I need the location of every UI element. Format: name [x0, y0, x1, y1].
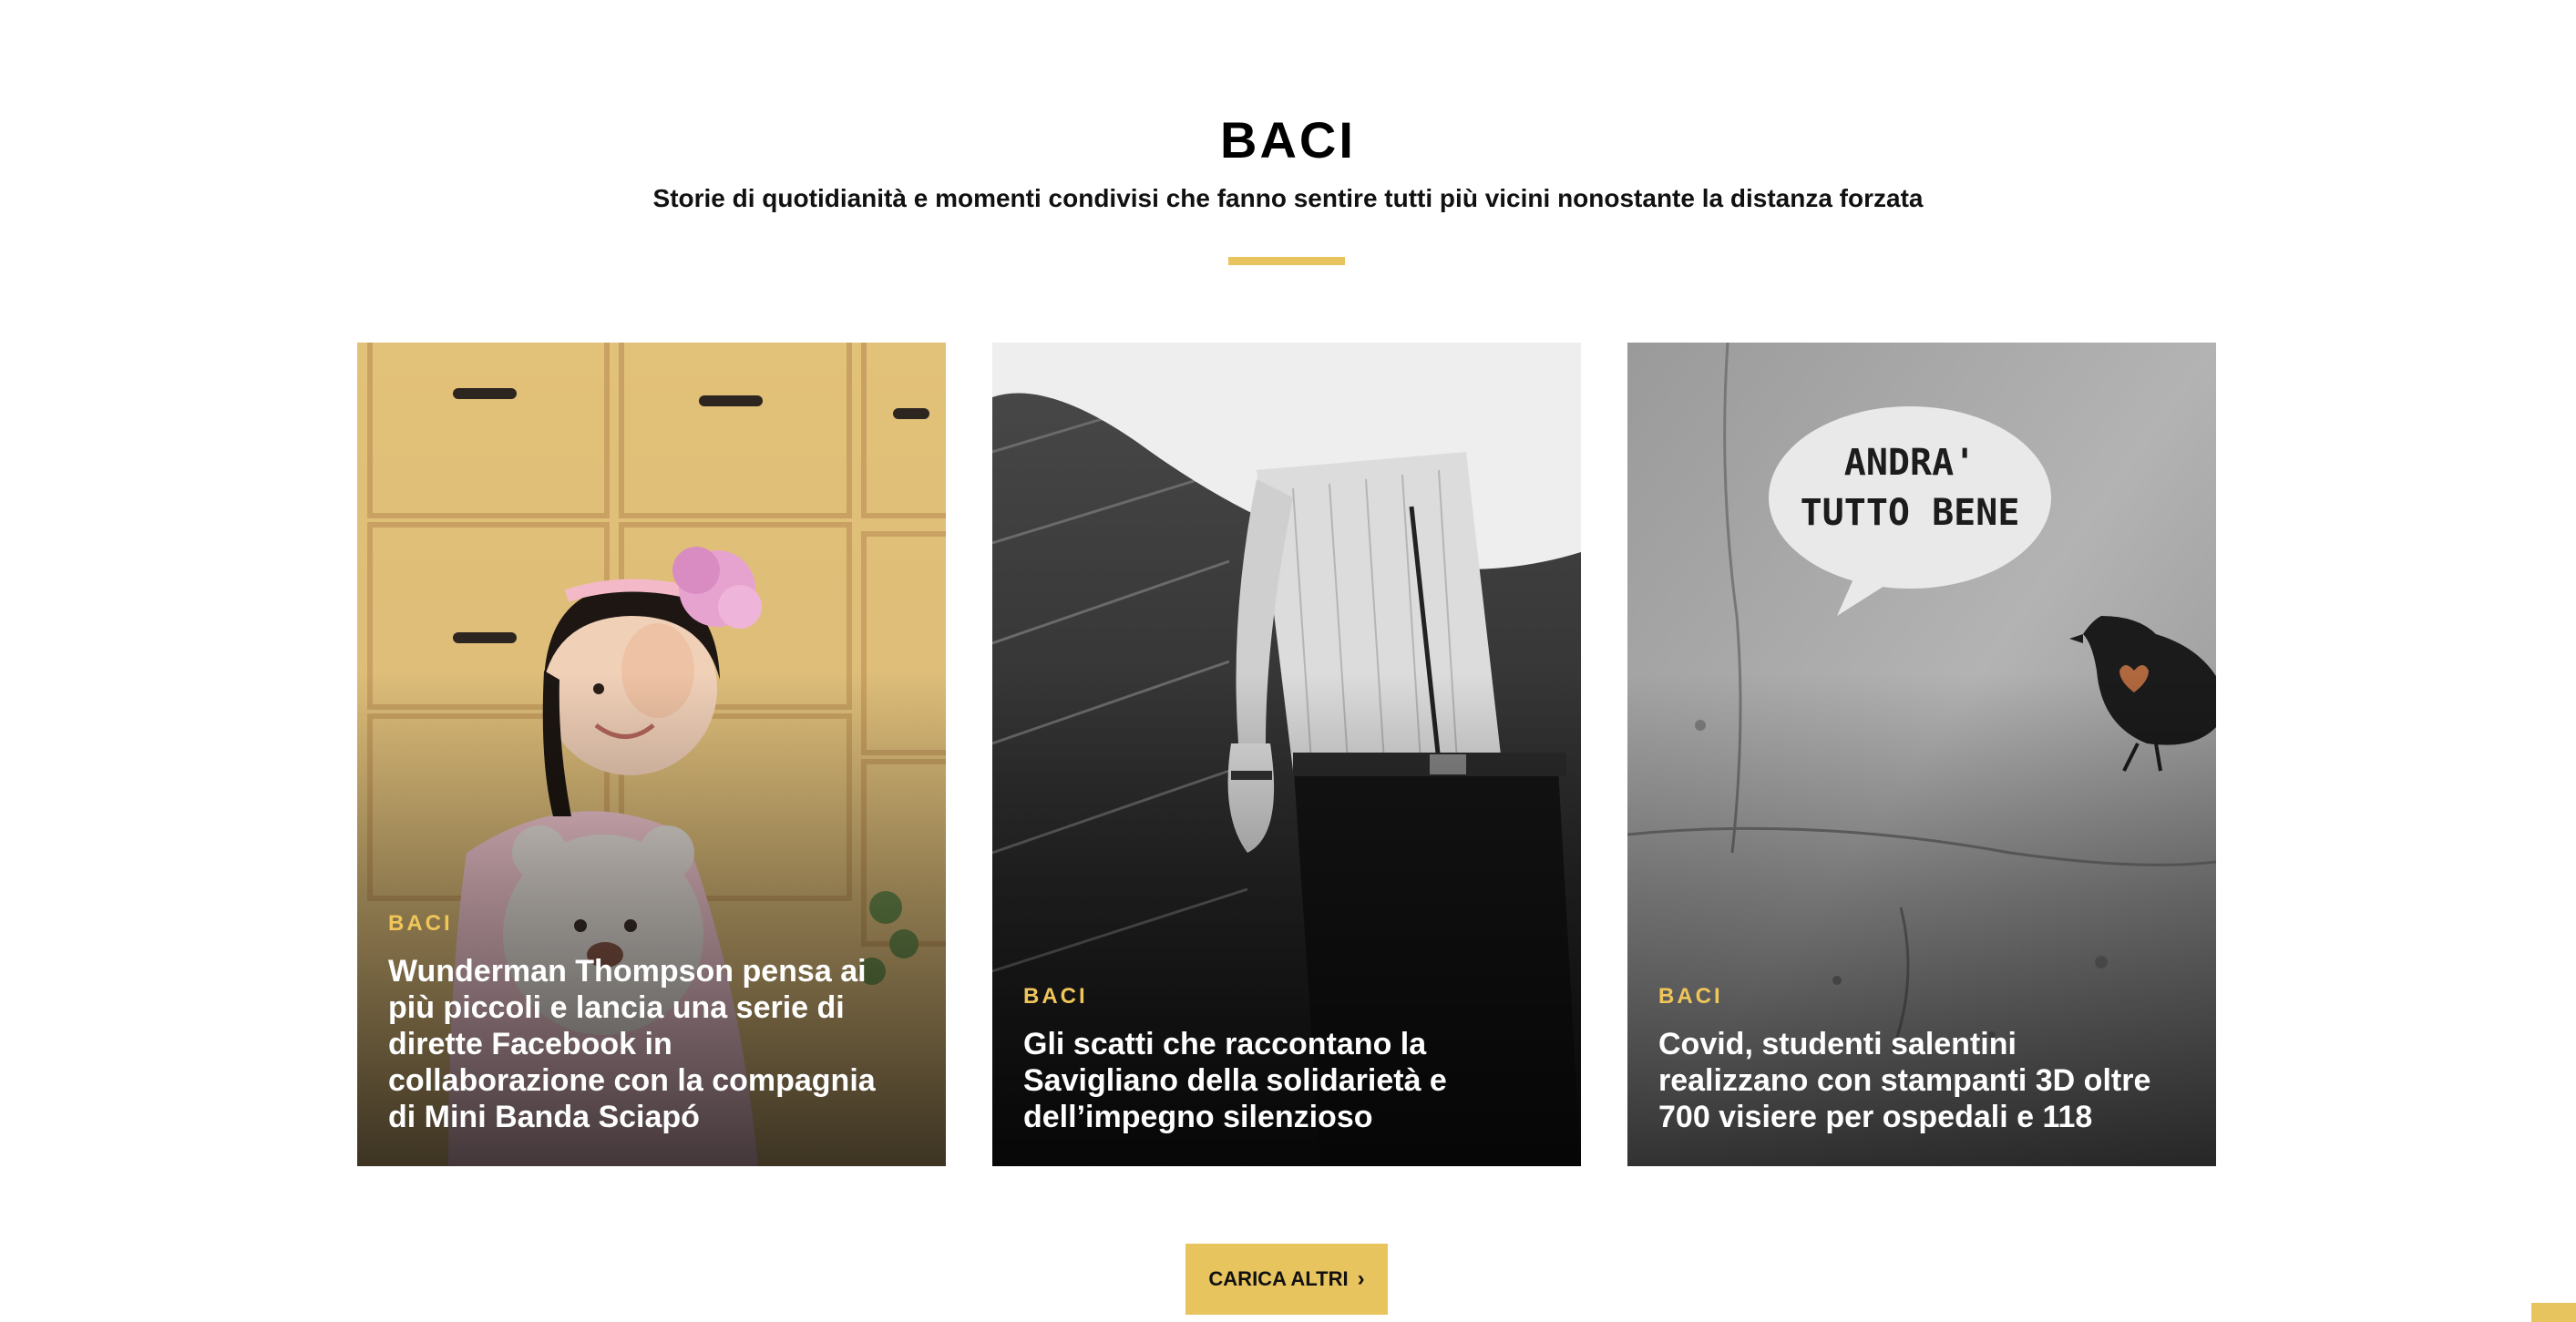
- corner-tab[interactable]: [2531, 1303, 2576, 1322]
- card-text: BACI Gli scatti che raccontano la Savigl…: [1023, 984, 1526, 1135]
- article-card[interactable]: BACI Wunderman Thompson pensa ai più pic…: [357, 343, 946, 1166]
- card-title[interactable]: Covid, studenti salentini realizzano con…: [1658, 1026, 2161, 1135]
- article-grid: BACI Wunderman Thompson pensa ai più pic…: [357, 343, 2216, 1166]
- card-text: BACI Covid, studenti salentini realizzan…: [1658, 984, 2161, 1135]
- card-category[interactable]: BACI: [1658, 984, 2161, 1009]
- graffiti-text-line-2: TUTTO BENE: [1801, 492, 2020, 534]
- graffiti-text-line-1: ANDRA': [1844, 442, 1976, 484]
- page: BACI Storie di quotidianità e momenti co…: [0, 0, 2576, 1322]
- article-card[interactable]: ANDRA' TUTTO BENE BACI Covid, studenti s…: [1627, 343, 2216, 1166]
- card-text: BACI Wunderman Thompson pensa ai più pic…: [388, 911, 891, 1135]
- article-card[interactable]: BACI Gli scatti che raccontano la Savigl…: [992, 343, 1581, 1166]
- card-category[interactable]: BACI: [1023, 984, 1526, 1009]
- section-title: BACI: [1220, 111, 1356, 169]
- card-title[interactable]: Gli scatti che raccontano la Savigliano …: [1023, 1026, 1526, 1135]
- card-title[interactable]: Wunderman Thompson pensa ai più piccoli …: [388, 953, 891, 1135]
- load-more-label: CARICA ALTRI: [1208, 1267, 1349, 1290]
- title-divider: [1228, 257, 1345, 265]
- section-subtitle: Storie di quotidianità e momenti condivi…: [652, 184, 1924, 212]
- card-category[interactable]: BACI: [388, 911, 891, 937]
- chevron-right-icon: ›: [1357, 1266, 1365, 1291]
- load-more-button[interactable]: CARICA ALTRI ›: [1185, 1244, 1388, 1315]
